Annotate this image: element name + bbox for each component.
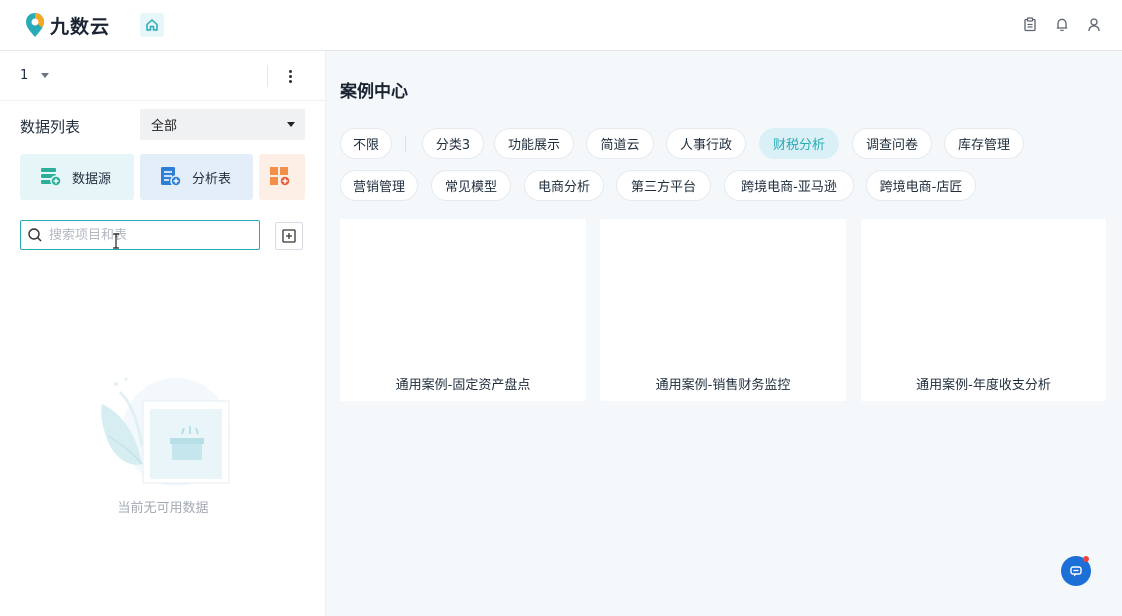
case-card-title: 通用案例-销售财务监控 [655,378,791,393]
tag-label: 常见模型 [444,180,497,195]
tag-label: 跨境电商-店匠 [879,180,963,195]
case-card[interactable]: 通用案例-销售财务监控 [600,219,846,401]
text-cursor-icon [113,233,119,249]
create-datasource-label: 数据源 [72,171,112,187]
divider [405,136,406,152]
more-options-icon[interactable] [282,66,298,86]
tag-filter[interactable]: 功能展示 [494,128,574,159]
caret-down-icon[interactable] [41,73,49,78]
clipboard-icon[interactable] [1022,16,1038,32]
create-datasource-button[interactable]: 数据源 [20,154,134,200]
tag-filter[interactable]: 常见模型 [431,170,511,201]
analysis-table-add-icon [161,167,182,187]
tag-label: 跨境电商-亚马逊 [741,180,837,195]
tag-label: 库存管理 [957,138,1010,153]
tag-filter[interactable]: 电商分析 [524,170,604,201]
tag-label: 功能展示 [507,138,560,153]
search-box [20,220,260,250]
create-dashboard-button[interactable] [259,154,305,200]
tag-filter[interactable]: 人事行政 [666,128,746,159]
tag-label: 人事行政 [679,138,732,153]
user-icon[interactable] [1086,16,1102,32]
tag-filter[interactable]: 库存管理 [944,128,1024,159]
add-item-button[interactable] [275,222,303,250]
tag-label: 电商分析 [537,180,590,195]
case-card-title: 通用案例-固定资产盘点 [395,378,531,393]
logo-text: 九数云 [50,15,111,38]
project-name[interactable]: 1 [20,68,28,83]
data-list-title: 数据列表 [20,118,81,136]
page-title: 案例中心 [340,82,408,102]
tag-label: 调查问卷 [865,138,918,153]
dashboard-add-icon [270,167,291,187]
tag-filter[interactable]: 分类3 [422,128,484,159]
tag-label: 第三方平台 [630,180,696,195]
top-bar: 九数云 [0,0,1122,51]
filter-select[interactable]: 全部 [140,109,305,140]
tag-label: 营销管理 [352,180,405,195]
home-icon [146,19,158,31]
bell-icon[interactable] [1054,16,1070,32]
chat-icon [1070,566,1082,577]
tag-filter-active[interactable]: 财税分析 [759,128,839,159]
sidebar: 1 数据列表 全部 数据源 分析表 搜索项目和表 当前无可用数据 [0,51,326,616]
tag-filter[interactable]: 第三方平台 [616,170,711,201]
tag-filter[interactable]: 跨境电商-亚马逊 [724,170,854,201]
datasource-add-icon [41,168,62,187]
caret-down-icon [287,122,295,127]
case-card[interactable]: 通用案例-年度收支分析 [861,219,1106,401]
tag-filter[interactable]: 调查问卷 [852,128,932,159]
logo[interactable]: 九数云 [24,11,110,39]
tag-filter[interactable]: 简道云 [586,128,654,159]
home-button[interactable] [140,13,164,37]
filter-select-value: 全部 [151,119,178,134]
tag-label: 分类3 [435,138,471,153]
search-input[interactable] [49,227,249,243]
top-icons [1022,16,1102,32]
create-analysis-table-label: 分析表 [192,171,232,187]
tag-filter[interactable]: 跨境电商-店匠 [866,170,976,201]
plus-square-icon [282,229,296,243]
tag-label: 不限 [352,138,379,153]
logo-icon [26,13,44,37]
case-center-main: 案例中心 不限 分类3 功能展示 简道云 人事行政 财税分析 调查问卷 库存管理… [326,51,1122,616]
search-icon [28,228,42,242]
project-selector-row: 1 [0,51,326,101]
case-card[interactable]: 通用案例-固定资产盘点 [340,219,586,401]
create-analysis-table-button[interactable]: 分析表 [140,154,253,200]
empty-state-illustration [101,377,230,486]
divider [267,65,268,87]
case-card-title: 通用案例-年度收支分析 [916,378,1051,393]
tag-label: 简道云 [600,138,640,153]
tag-filter[interactable]: 不限 [340,128,392,159]
tag-label: 财税分析 [772,138,825,153]
notification-dot [1083,556,1089,562]
tag-filter[interactable]: 营销管理 [340,170,418,201]
empty-state-text: 当前无可用数据 [117,501,209,516]
